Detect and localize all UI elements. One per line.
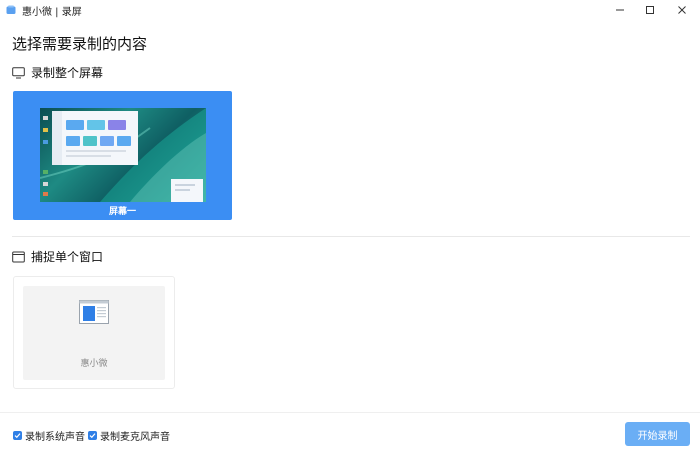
maximize-button[interactable]: [634, 0, 666, 20]
system-audio-checkbox[interactable]: [13, 431, 22, 440]
window-option-1[interactable]: 惠小微: [13, 276, 175, 389]
app-window-icon: [79, 300, 109, 324]
app-logo-icon: [6, 5, 16, 14]
system-audio-label: 录制系统声音: [25, 432, 85, 443]
full-screen-section-title: 录制整个屏幕: [12, 64, 103, 81]
window-thumbnail: 惠小微: [23, 286, 165, 380]
screen-label: 屏幕一: [108, 207, 136, 217]
window-title: 惠小微 | 录屏: [22, 7, 82, 18]
single-window-label: 捕捉单个窗口: [31, 250, 104, 264]
full-screen-label: 录制整个屏幕: [31, 66, 104, 80]
window-icon: [12, 251, 25, 262]
checkmark-icon: [89, 433, 96, 439]
maximize-icon: [646, 6, 654, 14]
title-bar: 惠小微 | 录屏: [0, 0, 700, 20]
checkmark-icon: [14, 433, 21, 439]
monitor-icon: [12, 66, 25, 78]
single-window-section-title: 捕捉单个窗口: [12, 248, 103, 265]
start-recording-button[interactable]: 开始录制: [625, 422, 690, 446]
page-title: 选择需要录制的内容: [12, 35, 148, 53]
mic-audio-option[interactable]: 录制麦克风声音: [88, 428, 170, 443]
footer-divider: [0, 412, 700, 413]
mic-audio-label: 录制麦克风声音: [100, 432, 170, 443]
screen-preview-image: [40, 108, 206, 202]
close-icon: [678, 6, 686, 14]
system-audio-option[interactable]: 录制系统声音: [13, 428, 85, 443]
close-button[interactable]: [666, 0, 698, 20]
minimize-button[interactable]: [604, 0, 636, 20]
screen-thumbnail: [40, 108, 206, 202]
section-divider: [12, 236, 690, 237]
screen-option-1[interactable]: 屏幕一: [13, 91, 232, 220]
minimize-icon: [616, 9, 624, 11]
window-label: 惠小微: [80, 359, 108, 369]
mic-audio-checkbox[interactable]: [88, 431, 97, 440]
